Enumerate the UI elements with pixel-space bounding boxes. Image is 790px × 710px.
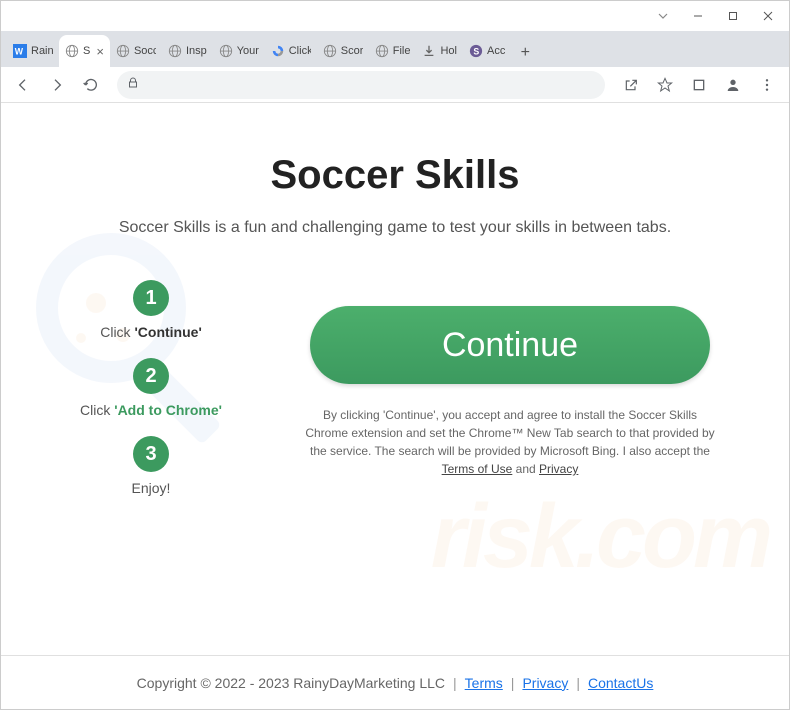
continue-button[interactable]: Continue xyxy=(310,306,710,384)
reload-button[interactable] xyxy=(77,71,105,99)
tab-favicon-icon: W xyxy=(13,44,27,58)
tab-label: Rain xyxy=(31,45,53,57)
step-text-1: Click 'Continue' xyxy=(100,324,202,340)
tab-strip: WRainS×SoccInspYourClickScorFileHolSAcc+ xyxy=(1,31,789,67)
tab-7[interactable]: File xyxy=(369,35,417,67)
tab-label: Socc xyxy=(134,45,156,57)
bookmark-icon[interactable] xyxy=(651,71,679,99)
window-close[interactable] xyxy=(752,3,785,29)
tab-4[interactable]: Your xyxy=(213,35,265,67)
step-number-1: 1 xyxy=(133,280,169,316)
tab-favicon-icon xyxy=(65,44,79,58)
footer: Copyright © 2022 - 2023 RainyDayMarketin… xyxy=(1,655,789,709)
profile-icon[interactable] xyxy=(719,71,747,99)
tab-0[interactable]: W Rain xyxy=(7,35,59,67)
steps-list: 1 Click 'Continue' 2 Click 'Add to Chrome' 3… xyxy=(51,280,251,506)
toolbar xyxy=(1,67,789,103)
step-text-3: Enjoy! xyxy=(132,480,171,496)
forward-button[interactable] xyxy=(43,71,71,99)
back-button[interactable] xyxy=(9,71,37,99)
tab-favicon-icon xyxy=(116,44,130,58)
address-bar[interactable] xyxy=(117,71,605,99)
browser-window: WRainS×SoccInspYourClickScorFileHolSAcc+ xyxy=(0,0,790,710)
tab-label: Insp xyxy=(186,45,207,57)
tab-label: Click xyxy=(289,45,311,57)
tab-2[interactable]: Socc xyxy=(110,35,162,67)
tab-1[interactable]: S× xyxy=(59,35,110,67)
window-dropdown[interactable] xyxy=(646,3,679,29)
new-tab-button[interactable]: + xyxy=(511,39,539,67)
tab-favicon-icon xyxy=(219,44,233,58)
step-number-3: 3 xyxy=(133,436,169,472)
tab-9[interactable]: S Acc xyxy=(463,35,511,67)
page-title: Soccer Skills xyxy=(41,153,749,198)
svg-text:S: S xyxy=(473,47,479,57)
tab-favicon-icon xyxy=(168,44,182,58)
footer-contact-link[interactable]: ContactUs xyxy=(588,675,653,691)
disclaimer-text: By clicking 'Continue', you accept and a… xyxy=(300,406,720,478)
footer-privacy-link[interactable]: Privacy xyxy=(522,675,568,691)
page-subtitle: Soccer Skills is a fun and challenging g… xyxy=(95,216,695,240)
window-minimize[interactable] xyxy=(681,3,714,29)
tab-label: Acc xyxy=(487,45,505,57)
tab-label: S xyxy=(83,45,90,57)
terms-link[interactable]: Terms of Use xyxy=(442,462,513,476)
tab-label: File xyxy=(393,45,411,57)
window-controls xyxy=(1,1,789,31)
extensions-icon[interactable] xyxy=(685,71,713,99)
page-content: risk.com Soccer Skills Soccer Skills is … xyxy=(1,103,789,709)
menu-icon[interactable] xyxy=(753,71,781,99)
tab-favicon-icon: S xyxy=(469,44,483,58)
tab-favicon-icon xyxy=(422,44,436,58)
tab-favicon-icon xyxy=(323,44,337,58)
tab-6[interactable]: Scor xyxy=(317,35,369,67)
step-number-2: 2 xyxy=(133,358,169,394)
tab-favicon-icon xyxy=(271,44,285,58)
step-text-2: Click 'Add to Chrome' xyxy=(80,402,222,418)
window-maximize[interactable] xyxy=(717,3,750,29)
lock-icon xyxy=(127,76,139,94)
tab-label: Scor xyxy=(341,45,363,57)
tab-3[interactable]: Insp xyxy=(162,35,213,67)
close-icon[interactable]: × xyxy=(96,44,104,59)
tab-8[interactable]: Hol xyxy=(416,35,463,67)
tab-label: Your xyxy=(237,45,259,57)
svg-text:W: W xyxy=(15,47,24,57)
share-icon[interactable] xyxy=(617,71,645,99)
copyright-text: Copyright © 2022 - 2023 RainyDayMarketin… xyxy=(137,675,445,691)
tab-5[interactable]: Click xyxy=(265,35,317,67)
tab-favicon-icon xyxy=(375,44,389,58)
privacy-link[interactable]: Privacy xyxy=(539,462,578,476)
footer-terms-link[interactable]: Terms xyxy=(465,675,503,691)
tab-label: Hol xyxy=(440,45,457,57)
